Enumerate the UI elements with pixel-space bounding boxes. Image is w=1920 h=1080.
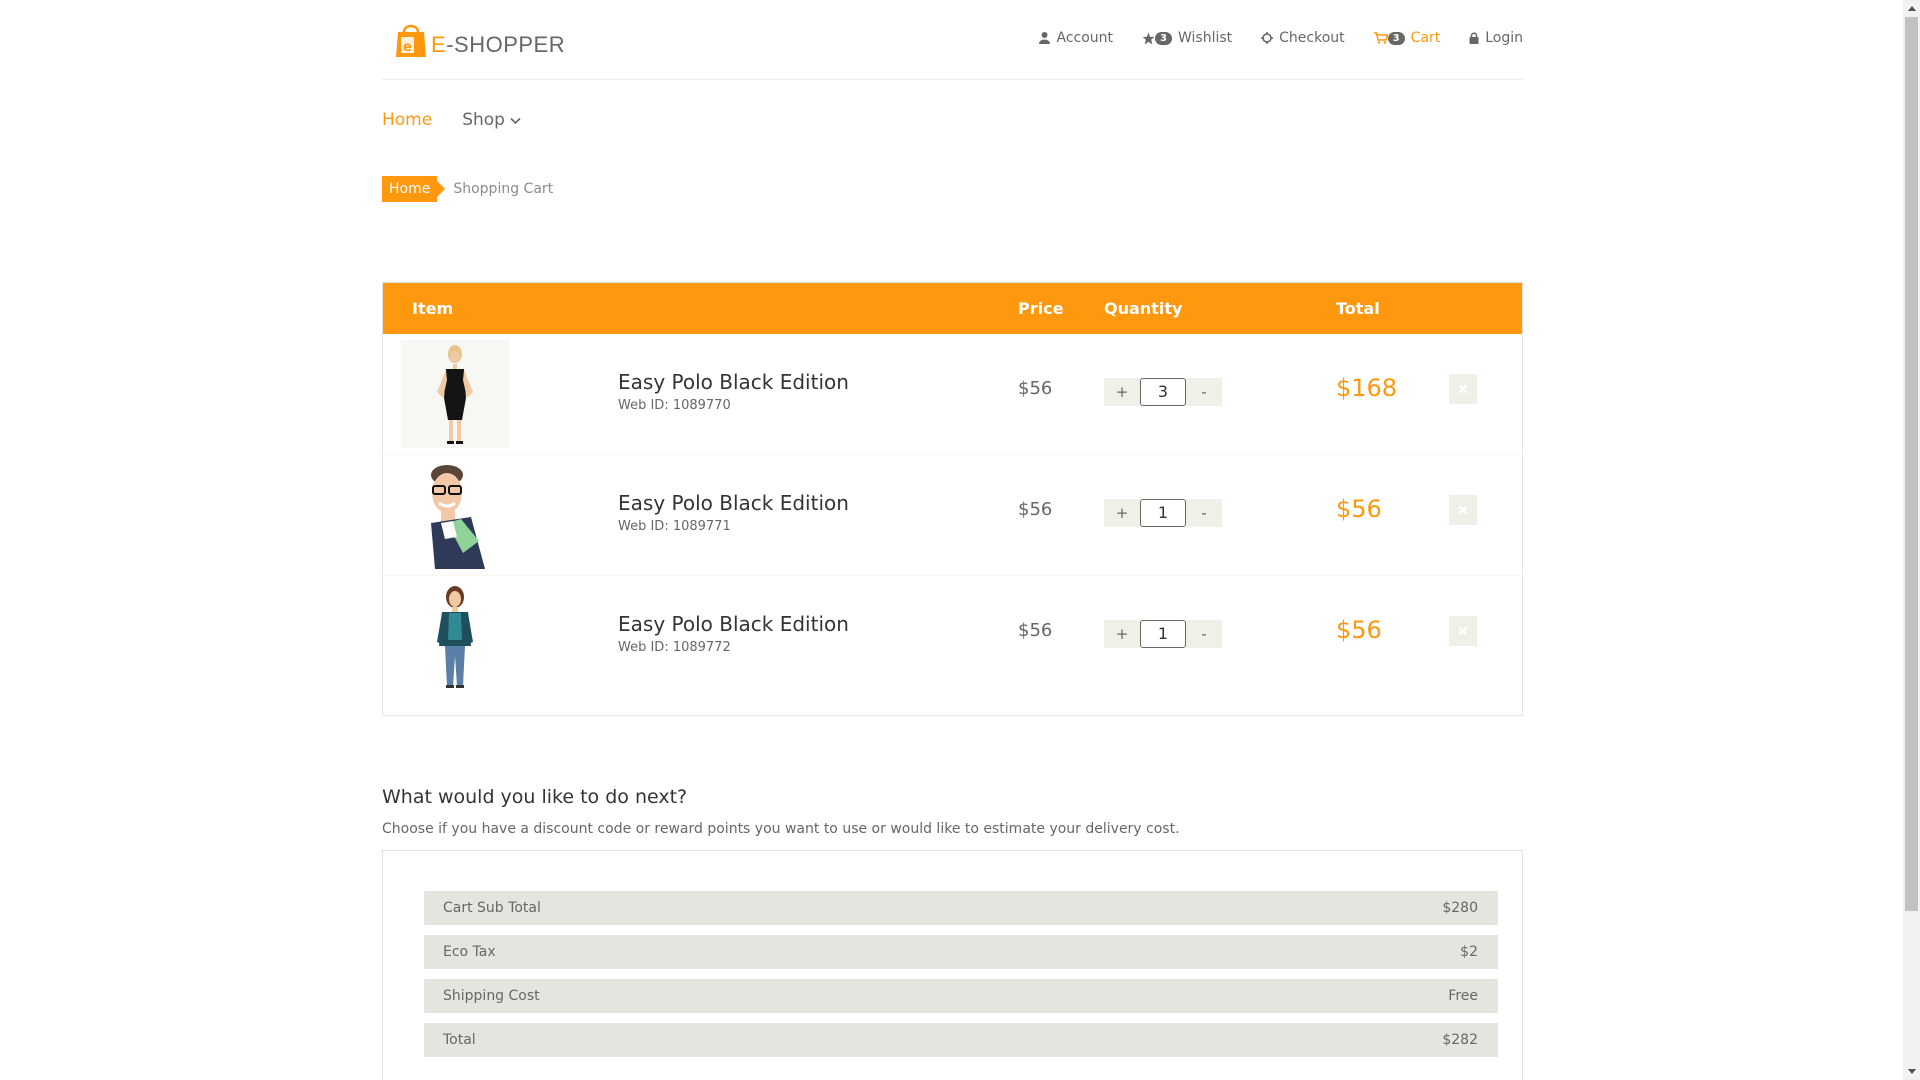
summary-label: Cart Sub Total [443, 900, 541, 916]
breadcrumb-home[interactable]: Home [382, 176, 446, 202]
quantity-increase-button[interactable]: + [1104, 499, 1140, 527]
product-image-woman-black-dress[interactable] [401, 340, 509, 448]
summary-label: Shipping Cost [443, 988, 540, 1004]
close-icon [1458, 505, 1468, 515]
quantity-stepper: + 1 - [1104, 499, 1222, 527]
quantity-stepper: + 1 - [1104, 620, 1222, 648]
cart-label: Cart [1410, 30, 1441, 46]
summary-label: Total [443, 1032, 476, 1048]
product-title[interactable]: Easy Polo Black Edition [618, 612, 849, 636]
crosshair-icon [1261, 32, 1274, 44]
product-price: $56 [1018, 378, 1053, 399]
header-item: Item [412, 299, 454, 318]
quantity-input[interactable]: 3 [1140, 378, 1186, 406]
remove-item-button[interactable] [1449, 495, 1477, 525]
product-web-id: Web ID: 1089771 [618, 519, 731, 534]
lock-icon [1469, 32, 1479, 44]
summary-value: $282 [1442, 1032, 1478, 1048]
product-total: $56 [1336, 616, 1382, 644]
logo[interactable]: e E-SHOPPER [395, 20, 565, 58]
cart-table: Item Price Quantity Total Easy Polo Blac… [382, 282, 1523, 716]
wishlist-count-badge: 3 [1155, 31, 1172, 45]
section-subtitle: Choose if you have a discount code or re… [382, 821, 1180, 837]
brand-name: E-SHOPPER [431, 32, 565, 58]
cart-count-badge: 3 [1387, 31, 1405, 45]
summary-row-shipping: Shipping Cost Free [424, 979, 1498, 1013]
shopping-bag-logo-icon: e [396, 24, 426, 57]
header-quantity: Quantity [1104, 299, 1183, 318]
header: e E-SHOPPER Account 3 Wishlist Checkout … [382, 0, 1523, 80]
product-price: $56 [1018, 620, 1053, 641]
header-price: Price [1018, 299, 1064, 318]
product-web-id: Web ID: 1089772 [618, 640, 731, 655]
cart-row: Easy Polo Black Edition Web ID: 1089772 … [383, 576, 1522, 697]
vertical-scrollbar[interactable] [1903, 0, 1920, 1080]
scroll-down-arrow-icon[interactable] [1903, 1063, 1920, 1080]
scrollbar-thumb[interactable] [1905, 17, 1918, 911]
close-icon [1458, 626, 1468, 636]
checkout-link[interactable]: Checkout [1261, 30, 1345, 46]
product-title[interactable]: Easy Polo Black Edition [618, 491, 849, 515]
summary-value: Free [1448, 988, 1478, 1004]
brand-suffix: -SHOPPER [446, 32, 566, 57]
quantity-input[interactable]: 1 [1140, 499, 1186, 527]
header-total: Total [1336, 299, 1380, 318]
cart-icon [1373, 32, 1388, 44]
scroll-up-arrow-icon[interactable] [1903, 0, 1920, 17]
summary-row-total: Total $282 [424, 1023, 1498, 1057]
summary-value: $280 [1442, 900, 1478, 916]
product-total: $56 [1336, 495, 1382, 523]
summary-label: Eco Tax [443, 944, 496, 960]
cart-link[interactable]: 3 Cart [1373, 30, 1441, 46]
cart-table-header: Item Price Quantity Total [383, 283, 1522, 334]
cart-row: Easy Polo Black Edition Web ID: 1089770 … [383, 334, 1522, 455]
nav-home[interactable]: Home [382, 110, 432, 130]
quantity-decrease-button[interactable]: - [1186, 499, 1222, 527]
quantity-stepper: + 3 - [1104, 378, 1222, 406]
section-title: What would you like to do next? [382, 786, 688, 808]
page-container: e E-SHOPPER Account 3 Wishlist Checkout … [382, 0, 1523, 1080]
close-icon [1458, 384, 1468, 394]
checkout-label: Checkout [1279, 30, 1345, 46]
remove-item-button[interactable] [1449, 374, 1477, 404]
wishlist-label: Wishlist [1177, 30, 1233, 46]
quantity-increase-button[interactable]: + [1104, 620, 1140, 648]
user-icon [1039, 32, 1051, 44]
nav-shop-label: Shop [462, 110, 505, 130]
summary-value: $2 [1460, 944, 1478, 960]
product-price: $56 [1018, 499, 1053, 520]
quantity-increase-button[interactable]: + [1104, 378, 1140, 406]
account-label: Account [1056, 30, 1114, 46]
quantity-input[interactable]: 1 [1140, 620, 1186, 648]
cart-row: Easy Polo Black Edition Web ID: 1089771 … [383, 455, 1522, 576]
product-title[interactable]: Easy Polo Black Edition [618, 370, 849, 394]
product-web-id: Web ID: 1089770 [618, 398, 731, 413]
star-icon [1142, 32, 1155, 45]
product-total: $168 [1336, 374, 1398, 402]
breadcrumb: Home Shopping Cart [382, 176, 553, 202]
main-navigation: Home Shop [382, 110, 551, 130]
login-label: Login [1485, 30, 1523, 46]
nav-shop[interactable]: Shop [462, 110, 521, 130]
product-image-man-glasses-sweater[interactable] [401, 461, 509, 569]
account-link[interactable]: Account [1039, 30, 1113, 46]
login-link[interactable]: Login [1469, 30, 1523, 46]
summary-row-subtotal: Cart Sub Total $280 [424, 891, 1498, 925]
cart-summary: Cart Sub Total $280 Eco Tax $2 Shipping … [382, 850, 1523, 1080]
summary-row-eco-tax: Eco Tax $2 [424, 935, 1498, 969]
product-image-woman-teal-cardigan[interactable] [401, 582, 509, 690]
top-navigation: Account 3 Wishlist Checkout 3 Cart Login [1010, 30, 1523, 46]
breadcrumb-current: Shopping Cart [453, 181, 554, 197]
svg-text:e: e [403, 40, 412, 55]
remove-item-button[interactable] [1449, 616, 1477, 646]
wishlist-link[interactable]: 3 Wishlist [1142, 30, 1232, 46]
quantity-decrease-button[interactable]: - [1186, 620, 1222, 648]
brand-prefix: E [431, 32, 447, 57]
chevron-down-icon [510, 110, 521, 130]
quantity-decrease-button[interactable]: - [1186, 378, 1222, 406]
